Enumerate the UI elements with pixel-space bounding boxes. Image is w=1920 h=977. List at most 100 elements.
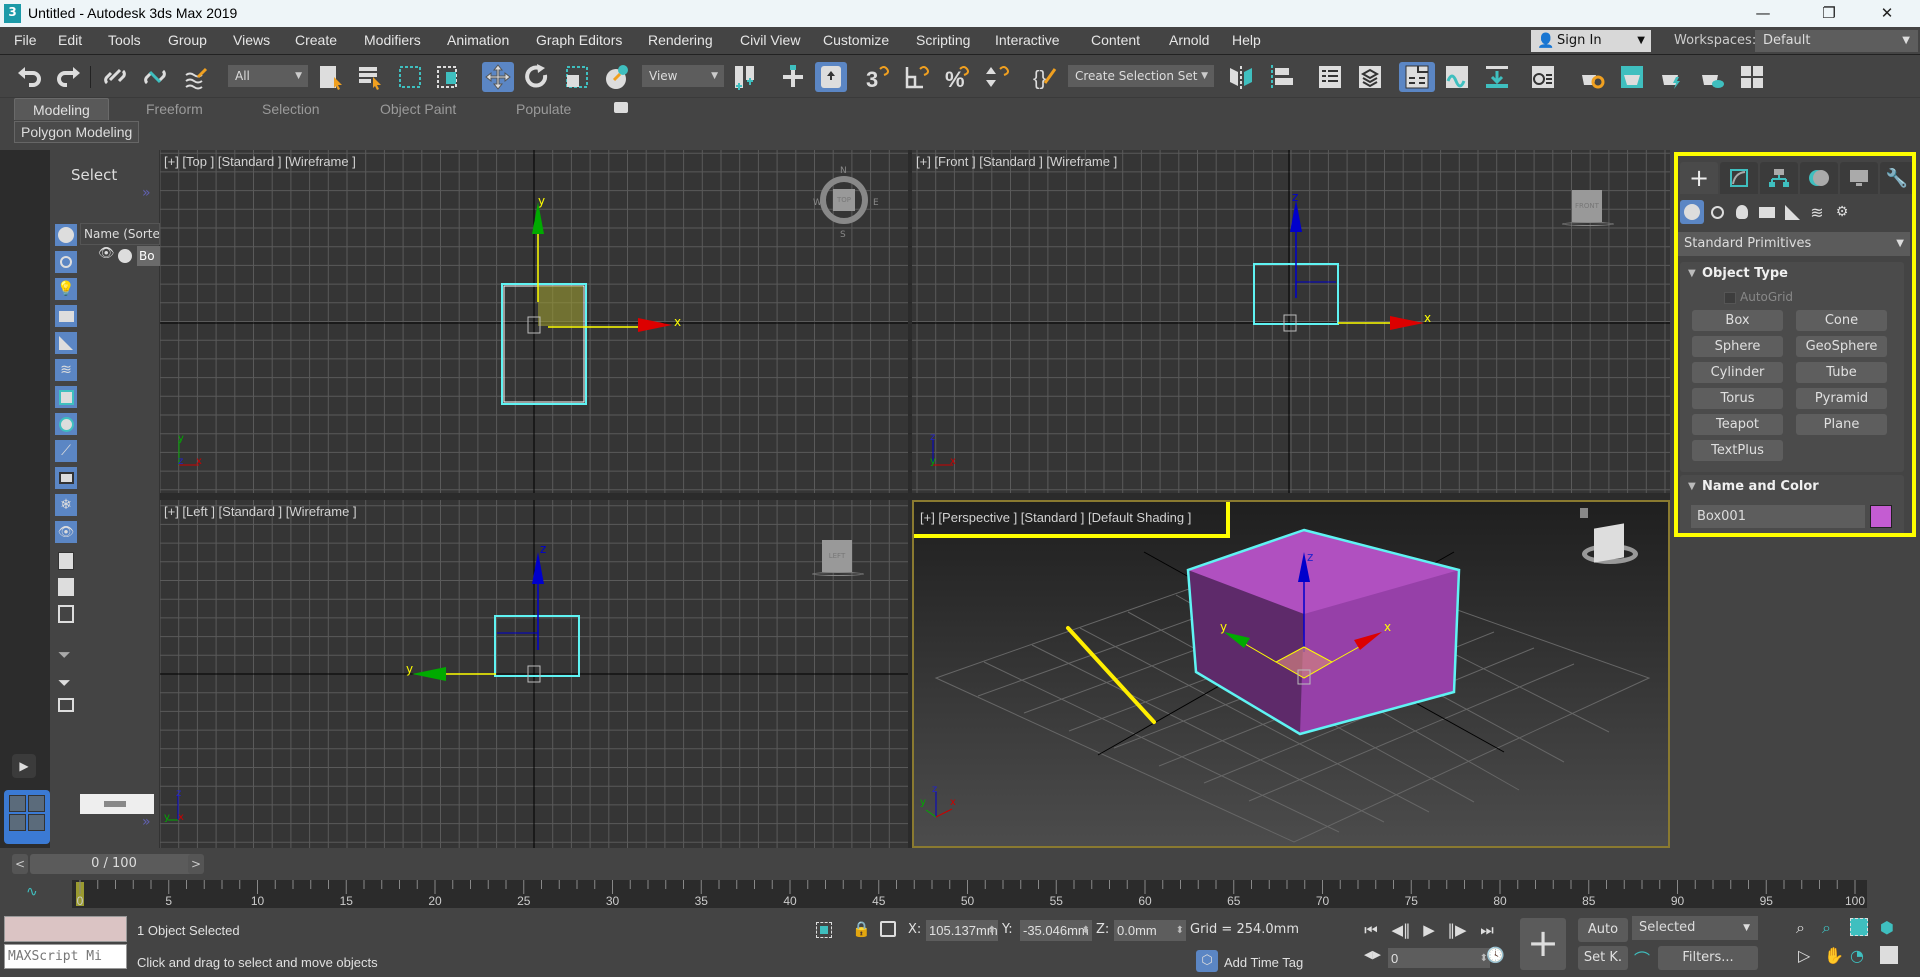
key-filters-button[interactable]: Filters... xyxy=(1658,946,1758,970)
render-viewports-icon[interactable] xyxy=(1737,62,1767,92)
add-time-tag[interactable]: Add Time Tag xyxy=(1224,955,1303,970)
timeline-track[interactable]: 0 5 10 15 20 25 30 35 40 45 50 55 60 65 70 75 80 85 90 95 10… xyxy=(72,880,1867,908)
display-helpers-icon[interactable] xyxy=(55,332,77,354)
select-move-icon[interactable] xyxy=(482,62,514,92)
default-in-out-tangents-icon[interactable]: ⌒ xyxy=(1634,946,1650,970)
set-key-big-button[interactable]: + xyxy=(1520,918,1566,970)
eye-icon[interactable]: 👁 xyxy=(98,246,115,261)
select-object-icon[interactable] xyxy=(315,62,345,92)
set-key-button[interactable]: Set K. xyxy=(1578,946,1628,970)
edit-named-selection-icon[interactable]: {} xyxy=(1030,62,1060,92)
maxscript-mini-listener[interactable]: MAXScript Mi xyxy=(4,944,127,969)
menu-civil-view[interactable]: Civil View xyxy=(740,32,800,48)
absolute-mode-icon[interactable] xyxy=(880,921,896,937)
tab-populate[interactable]: Populate xyxy=(516,98,571,120)
layer-explorer-icon[interactable] xyxy=(1355,62,1385,92)
freeze-icon[interactable] xyxy=(118,249,132,263)
viewport-left[interactable]: [+] [Left ] [Standard ] [Wireframe ] z y… xyxy=(160,500,908,848)
select-by-name-icon[interactable] xyxy=(355,62,385,92)
orbit-icon[interactable]: ◔ xyxy=(1850,946,1864,965)
snaps-toggle-icon[interactable]: 3 xyxy=(862,62,892,92)
select-invert-icon[interactable] xyxy=(58,605,74,623)
pan-view-icon[interactable]: ✋ xyxy=(1824,946,1844,965)
viewport-layout-button[interactable] xyxy=(4,790,50,844)
viewport-label-top[interactable]: [+] [Top ] [Standard ] [Wireframe ] xyxy=(164,154,356,169)
auto-key-button[interactable]: Auto xyxy=(1578,918,1628,942)
angle-snap-icon[interactable] xyxy=(902,62,932,92)
go-to-start-icon[interactable]: ⏮ xyxy=(1360,918,1382,942)
scene-explorer-icon[interactable] xyxy=(1315,62,1345,92)
display-lights-icon[interactable]: 💡 xyxy=(55,278,77,300)
keyboard-shortcut-override-icon[interactable] xyxy=(815,62,847,92)
time-slider[interactable]: 0 / 100 xyxy=(30,854,198,874)
time-configuration-icon[interactable]: 🕓 xyxy=(1486,946,1505,964)
tab-freeform[interactable]: Freeform xyxy=(146,98,203,120)
menu-arnold[interactable]: Arnold xyxy=(1169,32,1209,48)
previous-frame-icon[interactable]: ◀‖ xyxy=(1390,918,1412,942)
go-to-end-icon[interactable]: ⏭ xyxy=(1476,918,1498,942)
menu-views[interactable]: Views xyxy=(233,32,270,48)
z-coordinate-field[interactable]: 0.0mm xyxy=(1114,920,1186,941)
menu-tools[interactable]: Tools xyxy=(108,32,141,48)
rect-selection-region-icon[interactable] xyxy=(395,62,425,92)
next-frame-icon[interactable]: ‖▶ xyxy=(1446,918,1468,942)
schematic-view-icon[interactable] xyxy=(1482,62,1512,92)
filter-icon[interactable]: ⏷ xyxy=(58,673,71,693)
time-tag-icon[interactable]: ⬡ xyxy=(1196,950,1218,972)
align-icon[interactable] xyxy=(1266,62,1296,92)
menu-content[interactable]: Content xyxy=(1091,32,1140,48)
polygon-modeling-panel[interactable]: Polygon Modeling xyxy=(14,121,140,143)
curve-editor-icon[interactable] xyxy=(1442,62,1472,92)
bind-space-warp-icon[interactable] xyxy=(182,62,212,92)
viewcube-ring[interactable] xyxy=(1562,222,1614,226)
display-frozen-icon[interactable]: ❄ xyxy=(55,494,77,516)
spinner-snap-icon[interactable] xyxy=(982,62,1012,92)
close-button[interactable]: ✕ xyxy=(1864,0,1910,27)
container-icon[interactable] xyxy=(58,698,74,712)
menu-group[interactable]: Group xyxy=(168,32,207,48)
display-cameras-icon[interactable] xyxy=(55,305,77,327)
reference-coord-dropdown[interactable]: View xyxy=(642,65,724,87)
material-editor-icon[interactable] xyxy=(1528,62,1558,92)
window-crossing-icon[interactable] xyxy=(433,62,463,92)
selection-filter-dropdown[interactable]: All xyxy=(228,65,308,87)
percent-snap-icon[interactable]: % xyxy=(942,62,972,92)
selection-lock-icon[interactable]: 🔒 xyxy=(852,920,871,938)
filter-settings-icon[interactable]: ⏷ xyxy=(58,645,71,665)
sign-in-dropdown[interactable]: 👤 Sign In ▼ xyxy=(1531,30,1651,52)
redo-icon[interactable] xyxy=(54,62,84,92)
x-coordinate-field[interactable]: 105.137mm xyxy=(926,920,998,941)
zoom-extents-all-icon[interactable]: ⬢ xyxy=(1880,918,1894,937)
next-frame-button[interactable]: > xyxy=(188,854,204,874)
viewcube-left[interactable]: LEFT xyxy=(822,540,852,572)
display-shapes-icon[interactable] xyxy=(55,251,77,273)
display-groups-icon[interactable] xyxy=(55,386,77,408)
home-icon[interactable] xyxy=(1580,508,1588,518)
viewcube-perspective[interactable] xyxy=(1594,523,1624,563)
viewport-front[interactable]: [+] [Front ] [Standard ] [Wireframe ] z … xyxy=(912,150,1670,493)
prev-frame-button[interactable]: < xyxy=(12,854,28,874)
mirror-icon[interactable] xyxy=(1226,62,1256,92)
list-item[interactable]: 👁 Bo xyxy=(80,246,160,266)
menu-graph-editors[interactable]: Graph Editors xyxy=(536,32,622,48)
menu-animation[interactable]: Animation xyxy=(447,32,509,48)
render-cloud-icon[interactable] xyxy=(1697,62,1727,92)
zoom-extents-selected-icon[interactable] xyxy=(1850,918,1868,936)
link-icon[interactable] xyxy=(100,62,130,92)
menu-help[interactable]: Help xyxy=(1232,32,1261,48)
key-filter-dropdown[interactable]: Selected ▼ xyxy=(1632,916,1758,940)
current-frame-field[interactable]: 0 xyxy=(1388,948,1490,969)
zoom-icon[interactable]: ⌕ xyxy=(1796,918,1805,938)
select-all-icon[interactable] xyxy=(58,552,74,570)
menu-rendering[interactable]: Rendering xyxy=(648,32,713,48)
viewport-perspective[interactable]: [+] [Perspective ] [Standard ] [Default … xyxy=(912,500,1670,848)
display-geometry-icon[interactable] xyxy=(55,224,77,246)
expand-icon[interactable]: » xyxy=(142,185,151,201)
select-place-icon[interactable] xyxy=(602,62,632,92)
tab-selection[interactable]: Selection xyxy=(262,98,320,120)
workspaces-dropdown[interactable]: Default ▼ xyxy=(1755,30,1918,52)
tab-modeling[interactable]: Modeling xyxy=(14,98,109,120)
viewport-top[interactable]: [+] [Top ] [Standard ] [Wireframe ] y x … xyxy=(160,150,908,493)
maxscript-listener-output[interactable] xyxy=(4,916,127,942)
viewport-label-front[interactable]: [+] [Front ] [Standard ] [Wireframe ] xyxy=(916,154,1117,169)
